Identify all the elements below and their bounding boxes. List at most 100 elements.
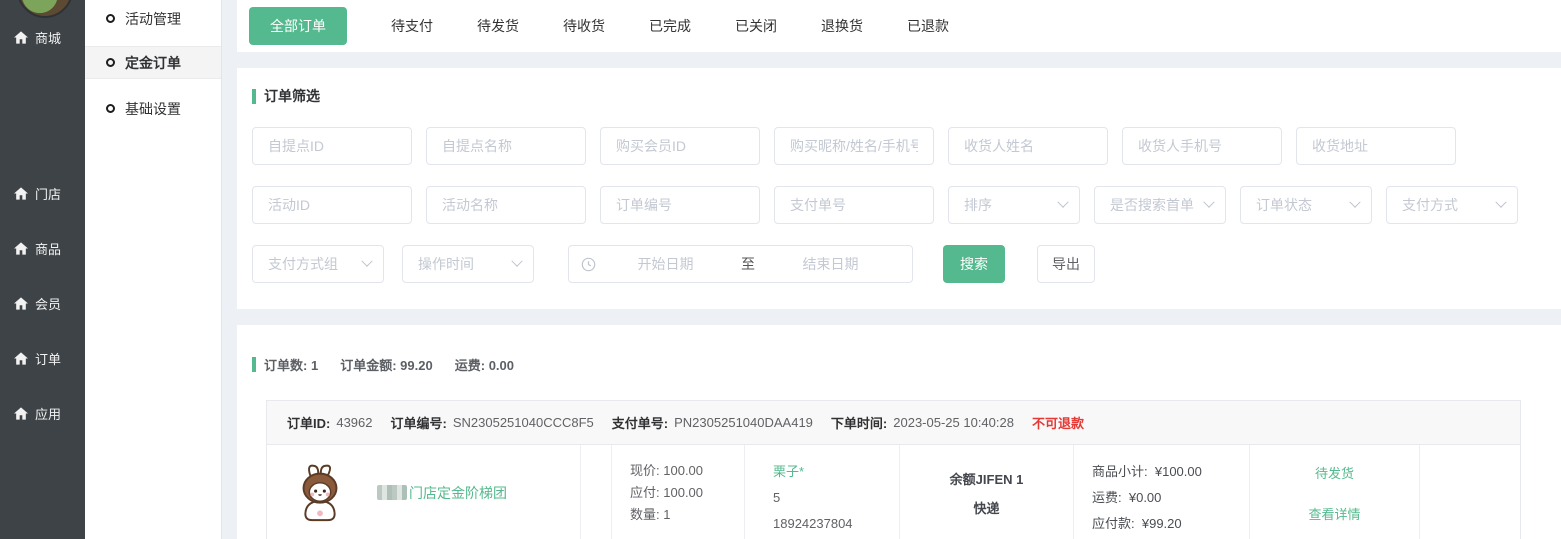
tab-pending-payment[interactable]: 待支付 [391,16,433,36]
freight: 运费: ¥0.00 [1092,485,1249,511]
totals-cell: 商品小计: ¥100.00 运费: ¥0.00 应付款: ¥99.20 [1073,445,1249,539]
paid-price: 应付: 100.00 [630,482,744,504]
order-product-row: 门店定金阶梯团 现价: 100.00 应付: 100.00 数量: 1 栗子* … [267,445,1520,539]
view-detail-link[interactable]: 查看详情 [1308,504,1360,523]
circle-icon [106,104,115,113]
filter-row-3: 支付方式组 操作时间 开始日期 至 结束日期 搜索 导出 [252,245,1561,283]
secondary-sidebar: 活动管理 定金订单 基础设置 [85,0,222,539]
order-status-select[interactable]: 订单状态 [1240,186,1372,224]
first-order-select[interactable]: 是否搜索首单 [1094,186,1226,224]
quantity: 数量: 1 [630,504,744,526]
search-button[interactable]: 搜索 [943,245,1005,283]
order-sn-input[interactable] [600,186,760,224]
sidebar-item-goods[interactable]: 商品 [14,239,61,258]
chevron-down-icon [1203,197,1214,208]
order-sn-value: SN2305251040CCC8F5 [453,415,594,430]
order-id-label: 订单ID: [287,413,330,432]
submenu-item-label: 定金订单 [125,53,181,73]
order-freight: 运费: 0.00 [455,355,514,374]
non-refundable-badge: 不可退款 [1032,413,1084,432]
pickup-name-input[interactable] [426,127,586,165]
sidebar-item-label: 会员 [35,294,61,313]
home-icon [14,352,28,365]
green-bar-icon [252,89,256,104]
order-amount: 订单金额: 99.20 [340,355,433,374]
sidebar-item-label: 商品 [35,239,61,258]
order-status-tabs: 全部订单 待支付 待发货 待收货 已完成 已关闭 退换货 已退款 [237,0,1561,52]
sidebar-item-orders[interactable]: 订单 [14,349,61,368]
order-count: 订单数: 1 [264,355,318,374]
product-cell: 门店定金阶梯团 [267,445,580,539]
empty-cell [1419,445,1520,539]
tab-refunded[interactable]: 已退款 [907,16,949,36]
payment-sn-input[interactable] [774,186,934,224]
payment-sn-label: 支付单号: [612,413,668,432]
buyer-cell: 栗子* 5 18924237804 [744,445,899,539]
sidebar-item-label: 门店 [35,184,61,203]
divider-band [222,309,1561,325]
payment-group-select[interactable]: 支付方式组 [252,245,384,283]
receiver-phone-input[interactable] [1122,127,1282,165]
home-icon [14,407,28,420]
sidebar-item-label: 订单 [35,349,61,368]
home-icon [14,187,28,200]
tab-all-orders[interactable]: 全部订单 [249,7,347,45]
sidebar-item-members[interactable]: 会员 [14,294,61,313]
sort-select[interactable]: 排序 [948,186,1080,224]
tab-returns[interactable]: 退换货 [821,16,863,36]
status-badge: 待发货 [1315,463,1354,482]
date-range-separator: 至 [735,254,761,274]
export-button[interactable]: 导出 [1037,245,1095,283]
order-sn-label: 订单编号: [391,413,447,432]
buyer-keyword-input[interactable] [774,127,934,165]
price-cell: 现价: 100.00 应付: 100.00 数量: 1 [611,445,744,539]
tab-pending-receipt[interactable]: 待收货 [563,16,605,36]
order-summary-bar: 订单数: 1 订单金额: 99.20 运费: 0.00 [252,355,1541,374]
order-card-header: 订单ID: 43962 订单编号: SN2305251040CCC8F5 支付单… [267,401,1520,445]
product-avatar [289,462,351,524]
buyer-member-id-input[interactable] [600,127,760,165]
product-name-link[interactable]: 门店定金阶梯团 [377,483,507,503]
buyer-phone: 18924237804 [773,511,899,537]
spacer-cell [580,445,611,539]
pickup-id-input[interactable] [252,127,412,165]
green-bar-icon [252,357,256,372]
activity-id-input[interactable] [252,186,412,224]
current-price: 现价: 100.00 [630,460,744,482]
tab-pending-shipment[interactable]: 待发货 [477,16,519,36]
chevron-down-icon [511,256,522,267]
buyer-nickname-link[interactable]: 栗子* [773,459,899,485]
submenu-item-deposit-orders[interactable]: 定金订单 [85,46,221,79]
chevron-down-icon [1349,197,1360,208]
home-icon [14,242,28,255]
submenu-item-label: 基础设置 [125,99,181,119]
date-range-picker[interactable]: 开始日期 至 结束日期 [568,245,913,283]
receiver-name-input[interactable] [948,127,1108,165]
sidebar-item-apps[interactable]: 应用 [14,404,61,423]
main-content: 全部订单 待支付 待发货 待收货 已完成 已关闭 退换货 已退款 订单筛选 [222,0,1561,539]
delivery-method: 快递 [973,498,999,517]
submenu-item-basic-settings[interactable]: 基础设置 [85,92,221,125]
payment-sn-value: PN2305251040DAA419 [674,415,813,430]
payment-method-select[interactable]: 支付方式 [1386,186,1518,224]
operate-time-select[interactable]: 操作时间 [402,245,534,283]
tab-closed[interactable]: 已关闭 [735,16,777,36]
end-date-placeholder[interactable]: 结束日期 [761,254,900,274]
filter-row-1 [252,127,1561,165]
payable: 应付款: ¥99.20 [1092,511,1249,537]
chevron-down-icon [361,256,372,267]
circle-icon [106,14,115,23]
tab-completed[interactable]: 已完成 [649,16,691,36]
home-icon [14,31,28,44]
submenu-item-activity[interactable]: 活动管理 [85,2,221,35]
clock-icon [581,257,596,272]
buyer-member-id: 5 [773,485,899,511]
receiver-address-input[interactable] [1296,127,1456,165]
activity-name-input[interactable] [426,186,586,224]
order-time-label: 下单时间: [831,413,887,432]
start-date-placeholder[interactable]: 开始日期 [596,254,735,274]
sidebar-item-mall[interactable]: 商城 [14,28,61,47]
sidebar-item-store[interactable]: 门店 [14,184,61,203]
chevron-down-icon [1057,197,1068,208]
payment-type: 余额JIFEN 1 [950,469,1024,488]
